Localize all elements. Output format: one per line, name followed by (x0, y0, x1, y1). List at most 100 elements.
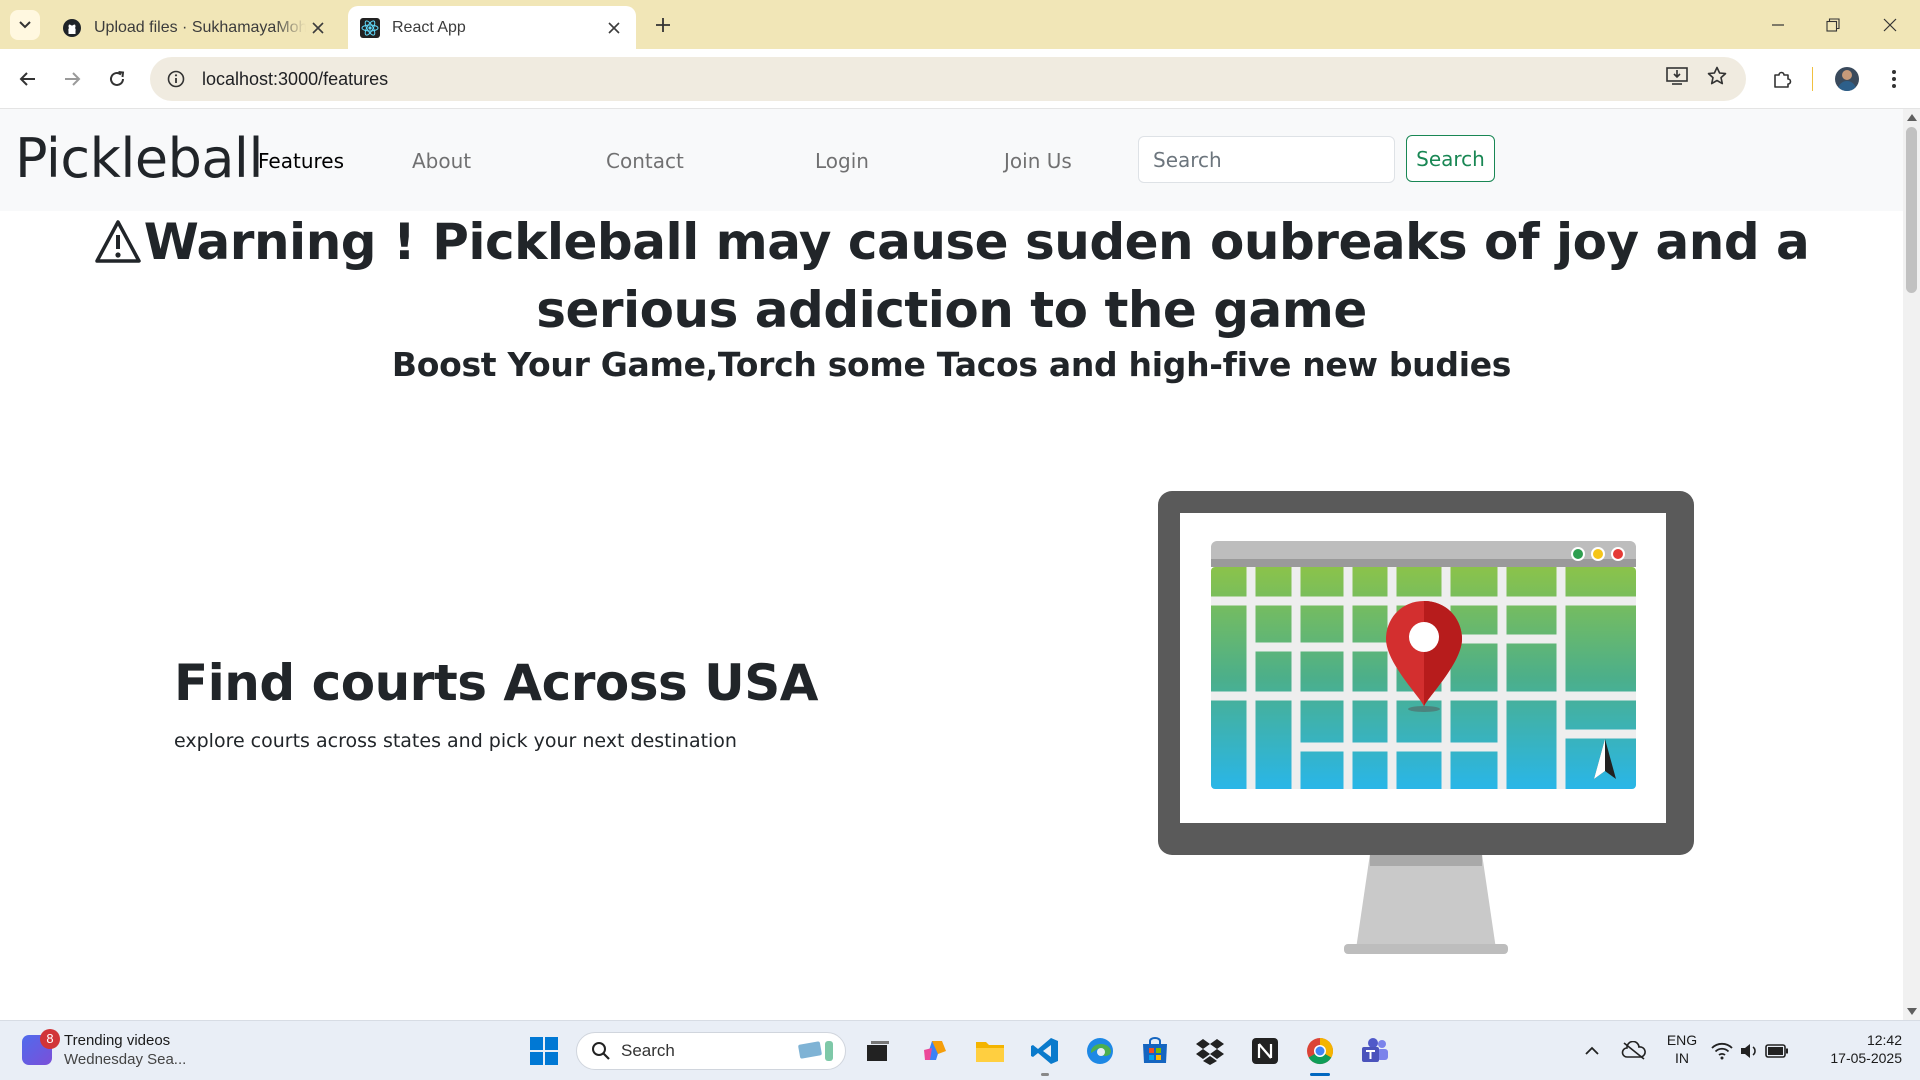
close-tab-icon[interactable] (602, 16, 626, 40)
more-vert-icon (1892, 70, 1896, 88)
quick-settings-button[interactable] (1710, 1034, 1790, 1068)
star-icon (1707, 66, 1727, 85)
scroll-up-arrow[interactable] (1907, 114, 1917, 121)
chrome-running-indicator (1310, 1073, 1330, 1076)
file-explorer-button[interactable] (973, 1034, 1007, 1068)
task-view-button[interactable] (861, 1034, 895, 1068)
github-icon (62, 18, 82, 38)
install-icon (1666, 67, 1688, 85)
page-viewport: Pickleball Features About Contact Login … (0, 109, 1903, 1020)
widgets-icon: 8 (22, 1029, 60, 1065)
widget-subtitle: Wednesday Sea... (64, 1051, 187, 1068)
site-info-icon[interactable] (164, 67, 188, 91)
nav-link-login[interactable]: Login (815, 149, 869, 173)
show-hidden-icons-button[interactable] (1575, 1034, 1609, 1068)
widget-title: Trending videos (64, 1032, 171, 1049)
avatar (1835, 67, 1859, 91)
bookmark-button[interactable] (1700, 59, 1734, 93)
extensions-button[interactable] (1766, 63, 1798, 95)
tagline: Boost Your Game,Torch some Tacos and hig… (391, 345, 1512, 384)
windows-logo-icon (530, 1037, 558, 1065)
arrow-right-icon (65, 72, 81, 86)
nav-link-join-us[interactable]: Join Us (1004, 149, 1072, 173)
clock[interactable]: 12:42 17-05-2025 (1812, 1031, 1902, 1067)
store-button[interactable] (1138, 1034, 1172, 1068)
taskbar-search-label: Search (621, 1041, 675, 1060)
scroll-down-arrow[interactable] (1907, 1008, 1917, 1015)
close-tab-icon[interactable] (306, 16, 330, 40)
toolbar-divider (1812, 67, 1813, 91)
profile-button[interactable] (1831, 63, 1863, 95)
forward-button[interactable] (56, 63, 88, 95)
brand-logo[interactable]: Pickleball (15, 127, 263, 190)
chevron-down-icon (19, 21, 31, 29)
browser-toolbar: localhost:3000/features (0, 49, 1920, 109)
taskbar-search[interactable]: Search (576, 1032, 846, 1070)
close-window-button[interactable] (1870, 10, 1910, 40)
chevron-up-icon (1585, 1046, 1599, 1055)
warning-heading: Warning ! Pickleball may cause suden oub… (0, 211, 1903, 341)
language-indicator[interactable]: ENG IN (1665, 1031, 1699, 1067)
react-icon (360, 17, 380, 38)
vscode-button[interactable] (1028, 1034, 1062, 1068)
search-button[interactable]: Search (1406, 135, 1495, 182)
wifi-icon (1711, 1042, 1733, 1060)
windows-taskbar: 8 Trending videos Wednesday Sea... Searc… (0, 1020, 1920, 1080)
reload-button[interactable] (101, 63, 133, 95)
notion-icon (1252, 1038, 1278, 1064)
folder-icon (976, 1042, 1004, 1062)
feature-description: explore courts across states and pick yo… (174, 730, 737, 752)
browser-menu-button[interactable] (1878, 63, 1910, 95)
restore-button[interactable] (1813, 10, 1853, 40)
site-navbar: Pickleball Features About Contact Login … (0, 109, 1903, 211)
task-view-icon (867, 1041, 889, 1061)
search-highlight-icon (798, 1041, 833, 1061)
edge-icon (1087, 1038, 1113, 1064)
back-button[interactable] (12, 63, 44, 95)
notion-button[interactable] (1248, 1034, 1282, 1068)
language-line2: IN (1675, 1050, 1689, 1066)
search-input[interactable] (1138, 136, 1395, 183)
warning-icon (94, 217, 142, 279)
cloud-off-icon (1621, 1041, 1646, 1060)
chrome-icon (1307, 1038, 1334, 1065)
browser-tab-strip: Upload files · SukhamayaMohap React App (0, 0, 1920, 49)
clock-date: 17-05-2025 (1830, 1050, 1902, 1066)
volume-icon (1741, 1044, 1756, 1058)
news-widget[interactable]: 8 Trending videos Wednesday Sea... (22, 1029, 186, 1069)
tab-react-app[interactable]: React App (348, 6, 636, 49)
close-icon (1883, 18, 1897, 32)
reload-icon (110, 71, 125, 86)
store-icon (1143, 1037, 1167, 1063)
tab-upload-files[interactable]: Upload files · SukhamayaMohap (50, 6, 340, 49)
language-line1: ENG (1666, 1032, 1698, 1048)
page-scrollbar[interactable] (1903, 109, 1920, 1020)
feature-title: Find courts Across USA (174, 654, 818, 712)
tab-search-button[interactable] (10, 10, 40, 40)
restore-icon (1826, 18, 1840, 32)
dropbox-icon (1196, 1039, 1224, 1065)
battery-icon (1765, 1044, 1788, 1058)
teams-button[interactable] (1358, 1034, 1392, 1068)
chrome-button[interactable] (1303, 1034, 1337, 1068)
copilot-button[interactable] (918, 1034, 952, 1068)
nav-link-about[interactable]: About (412, 149, 471, 173)
start-button[interactable] (527, 1034, 561, 1068)
minimize-button[interactable] (1758, 10, 1798, 40)
widget-text: Trending videos Wednesday Sea... (64, 1031, 186, 1069)
monitor-map-illustration (1158, 491, 1694, 954)
onedrive-button[interactable] (1617, 1034, 1651, 1068)
address-bar[interactable]: localhost:3000/features (150, 57, 1746, 101)
new-tab-button[interactable] (650, 12, 676, 38)
scroll-thumb[interactable] (1906, 127, 1917, 293)
nav-link-contact[interactable]: Contact (606, 149, 684, 173)
edge-button[interactable] (1083, 1034, 1117, 1068)
warning-text: Warning ! Pickleball may cause suden oub… (143, 213, 1810, 339)
teams-icon (1362, 1038, 1388, 1062)
tab-title: Upload files · SukhamayaMohap (94, 18, 306, 36)
dropbox-button[interactable] (1193, 1034, 1227, 1068)
nav-link-features[interactable]: Features (258, 149, 344, 173)
notification-badge: 8 (40, 1029, 60, 1049)
install-app-button[interactable] (1660, 59, 1694, 93)
url-text: localhost:3000/features (202, 68, 389, 89)
